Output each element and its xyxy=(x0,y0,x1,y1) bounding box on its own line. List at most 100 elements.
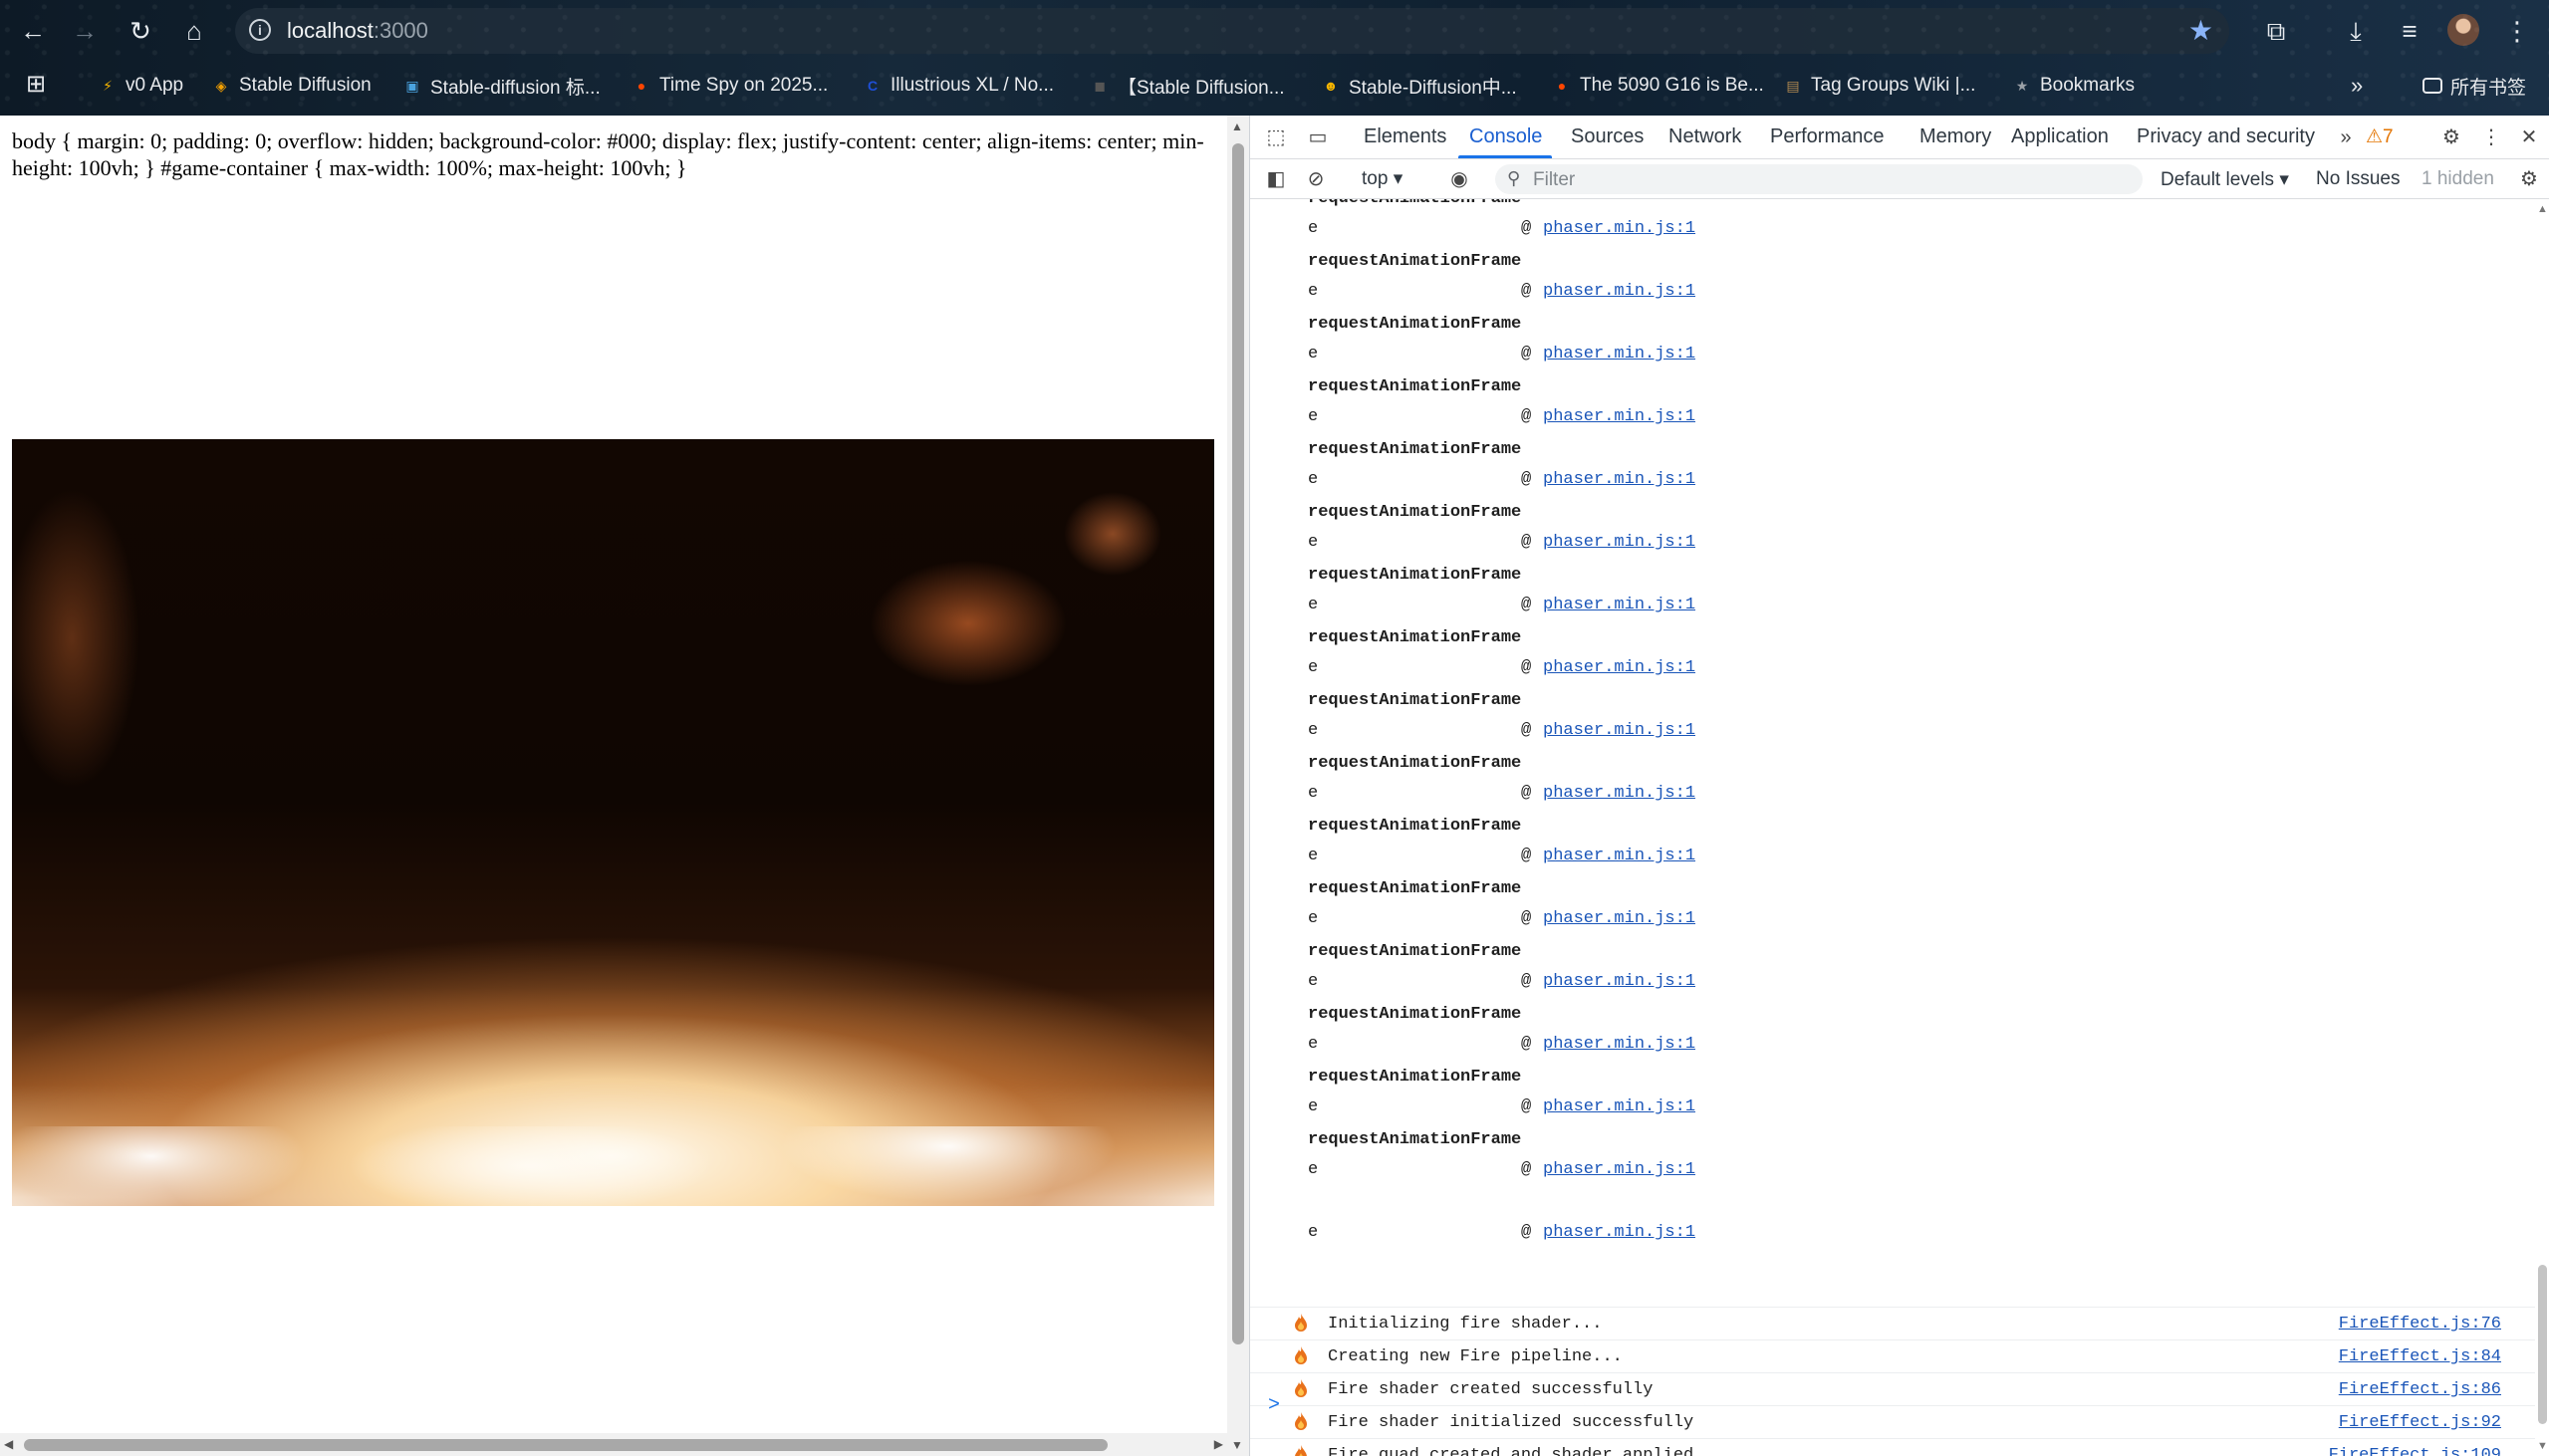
extensions-icon[interactable]: ⧉ xyxy=(2257,12,2295,50)
media-queue-icon[interactable]: ≡ xyxy=(2391,12,2428,50)
bookmark-item[interactable]: ● The 5090 G16 is Be... xyxy=(1552,72,1764,100)
stack-source-link[interactable]: phaser.min.js:1 xyxy=(1543,784,1695,803)
scroll-up-arrow-icon[interactable]: ▲ xyxy=(1231,120,1243,133)
stack-trace: requestAnimationFramee@phaser.min.js:1re… xyxy=(1250,199,2535,1256)
game-canvas-fire-effect[interactable] xyxy=(12,439,1214,1246)
context-selector[interactable]: top ▾ xyxy=(1362,167,1402,190)
devtools-menu-icon[interactable]: ⋮ xyxy=(2477,123,2505,151)
tab-console[interactable]: Console xyxy=(1469,125,1542,148)
address-bar[interactable]: i localhost:3000 ★ xyxy=(235,8,2229,54)
stack-frame-e: e xyxy=(1308,784,1319,803)
url-text[interactable]: localhost:3000 xyxy=(287,18,428,44)
stack-source-link[interactable]: phaser.min.js:1 xyxy=(1543,1035,1695,1054)
warnings-badge[interactable]: ⚠7 xyxy=(2366,125,2394,148)
stack-source-link[interactable]: phaser.min.js:1 xyxy=(1543,721,1695,740)
settings-gear-icon[interactable]: ⚙ xyxy=(2437,123,2465,151)
sidebar-toggle-icon[interactable]: ◧ xyxy=(1262,165,1290,193)
stack-source-link[interactable]: phaser.min.js:1 xyxy=(1543,219,1695,238)
bookmark-item[interactable]: ▤ Tag Groups Wiki |... xyxy=(1783,72,1975,100)
tab-application[interactable]: Application xyxy=(2011,125,2109,148)
console-log-source-link[interactable]: FireEffect.js:109 xyxy=(2329,1446,2501,1456)
clear-console-icon[interactable]: ⊘ xyxy=(1302,165,1330,193)
stack-frame-e: e xyxy=(1308,1097,1319,1116)
log-levels-dropdown[interactable]: Default levels ▾ xyxy=(2161,168,2289,191)
bookmark-item[interactable]: ★ Bookmarks xyxy=(2012,72,2135,100)
stack-source-link[interactable]: phaser.min.js:1 xyxy=(1543,1223,1695,1242)
live-expression-eye-icon[interactable]: ◉ xyxy=(1445,165,1473,193)
stack-source-link[interactable]: phaser.min.js:1 xyxy=(1543,470,1695,489)
scroll-left-arrow-icon[interactable]: ◀ xyxy=(4,1437,13,1451)
more-bookmarks-chevron-icon[interactable]: » xyxy=(2351,72,2363,100)
home-icon[interactable]: ⌂ xyxy=(177,14,211,48)
stack-frame-row: requestAnimationFrame e @ phaser.min.js:1 xyxy=(1250,628,2535,691)
profile-avatar[interactable] xyxy=(2447,14,2479,46)
bookmark-item[interactable]: ◈ Stable Diffusion xyxy=(211,72,372,100)
stack-function-name: requestAnimationFrame xyxy=(1308,1005,1522,1024)
stack-source-link[interactable]: phaser.min.js:1 xyxy=(1543,658,1695,677)
stack-source-link[interactable]: phaser.min.js:1 xyxy=(1543,407,1695,426)
stack-frame-e: e xyxy=(1308,1160,1319,1179)
stack-at-symbol: @ xyxy=(1521,1035,1532,1054)
bookmark-item[interactable]: C Illustrious XL / No... xyxy=(863,72,1054,100)
console-log-source-link[interactable]: FireEffect.js:92 xyxy=(2339,1413,2501,1432)
devtools-tab-bar: ⬚ ▭ Elements Console Sources Network Per… xyxy=(1250,116,2549,159)
stack-frame-row: requestAnimationFrame e @ phaser.min.js:1 xyxy=(1250,879,2535,942)
tab-sources[interactable]: Sources xyxy=(1571,125,1644,148)
vertical-scroll-thumb[interactable] xyxy=(1232,143,1244,1344)
horizontal-scroll-thumb[interactable] xyxy=(24,1439,1108,1451)
stack-source-link[interactable]: phaser.min.js:1 xyxy=(1543,282,1695,301)
issues-counter[interactable]: No Issues xyxy=(2316,168,2400,190)
console-scroll-thumb[interactable] xyxy=(2538,1265,2547,1424)
stack-source-link[interactable]: phaser.min.js:1 xyxy=(1543,847,1695,865)
stack-source-link[interactable]: phaser.min.js:1 xyxy=(1543,345,1695,364)
console-log-list: Initializing fire shader... FireEffect.js… xyxy=(1250,1307,2535,1456)
scroll-down-arrow-icon[interactable]: ▼ xyxy=(1231,1438,1243,1452)
more-tabs-chevron-icon[interactable]: » xyxy=(2332,123,2360,151)
bookmark-item[interactable]: ☻ Stable-Diffusion中... xyxy=(1321,72,1517,100)
page-vertical-scrollbar[interactable]: ▲ ▼ xyxy=(1227,116,1249,1456)
console-scrollbar[interactable]: ▲ ▼ xyxy=(2535,199,2549,1456)
stack-source-link[interactable]: phaser.min.js:1 xyxy=(1543,1097,1695,1116)
tab-performance[interactable]: Performance xyxy=(1770,125,1885,148)
console-filter-input[interactable]: ⚲ Filter xyxy=(1495,164,2143,194)
console-log-source-link[interactable]: FireEffect.js:76 xyxy=(2339,1315,2501,1334)
bookmark-item[interactable]: ⚡ v0 App xyxy=(98,72,183,100)
console-scroll-up-icon[interactable]: ▲ xyxy=(2537,203,2548,215)
console-log-source-link[interactable]: FireEffect.js:84 xyxy=(2339,1347,2501,1366)
console-scroll-down-icon[interactable]: ▼ xyxy=(2537,1440,2548,1452)
stack-function-name: requestAnimationFrame xyxy=(1308,503,1522,522)
reload-icon[interactable]: ↻ xyxy=(124,14,157,48)
back-arrow-icon[interactable]: ← xyxy=(16,14,50,48)
active-tab-indicator xyxy=(1458,155,1552,158)
bookmark-star-icon[interactable]: ★ xyxy=(2188,14,2213,47)
tab-elements[interactable]: Elements xyxy=(1364,125,1446,148)
download-icon[interactable]: ⤓ xyxy=(2337,12,2375,50)
stack-function-name: requestAnimationFrame xyxy=(1308,377,1522,396)
site-info-icon[interactable]: i xyxy=(249,19,271,41)
inspect-element-icon[interactable]: ⬚ xyxy=(1262,123,1290,151)
stack-source-link[interactable]: phaser.min.js:1 xyxy=(1543,909,1695,928)
stack-source-link[interactable]: phaser.min.js:1 xyxy=(1543,972,1695,991)
stack-source-link[interactable]: phaser.min.js:1 xyxy=(1543,1160,1695,1179)
tab-memory[interactable]: Memory xyxy=(1919,125,1991,148)
bookmark-item[interactable]: ▣ Stable-diffusion 标... xyxy=(402,72,600,100)
console-settings-gear-icon[interactable]: ⚙ xyxy=(2515,165,2543,193)
bookmark-item[interactable]: ◼ 【Stable Diffusion... xyxy=(1090,72,1284,100)
stack-function-name: requestAnimationFrame xyxy=(1308,817,1522,836)
stack-source-link[interactable]: phaser.min.js:1 xyxy=(1543,533,1695,552)
forward-arrow-icon[interactable]: → xyxy=(68,14,102,48)
console-prompt[interactable]: > xyxy=(1268,1394,1280,1417)
scroll-right-arrow-icon[interactable]: ▶ xyxy=(1214,1437,1223,1451)
page-horizontal-scrollbar[interactable]: ◀ ▶ xyxy=(0,1433,1227,1456)
tab-network[interactable]: Network xyxy=(1668,125,1741,148)
apps-grid-icon[interactable]: ⊞ xyxy=(26,70,46,98)
close-devtools-icon[interactable]: ✕ xyxy=(2515,123,2543,151)
device-toolbar-icon[interactable]: ▭ xyxy=(1304,123,1332,151)
stack-at-symbol: @ xyxy=(1521,219,1532,238)
tab-privacy-security[interactable]: Privacy and security xyxy=(2137,125,2315,148)
all-bookmarks-folder[interactable]: 所有书签 xyxy=(2422,72,2526,100)
bookmark-item[interactable]: ● Time Spy on 2025... xyxy=(632,72,829,100)
console-log-source-link[interactable]: FireEffect.js:86 xyxy=(2339,1380,2501,1399)
browser-menu-icon[interactable]: ⋮ xyxy=(2498,12,2536,50)
stack-source-link[interactable]: phaser.min.js:1 xyxy=(1543,596,1695,614)
